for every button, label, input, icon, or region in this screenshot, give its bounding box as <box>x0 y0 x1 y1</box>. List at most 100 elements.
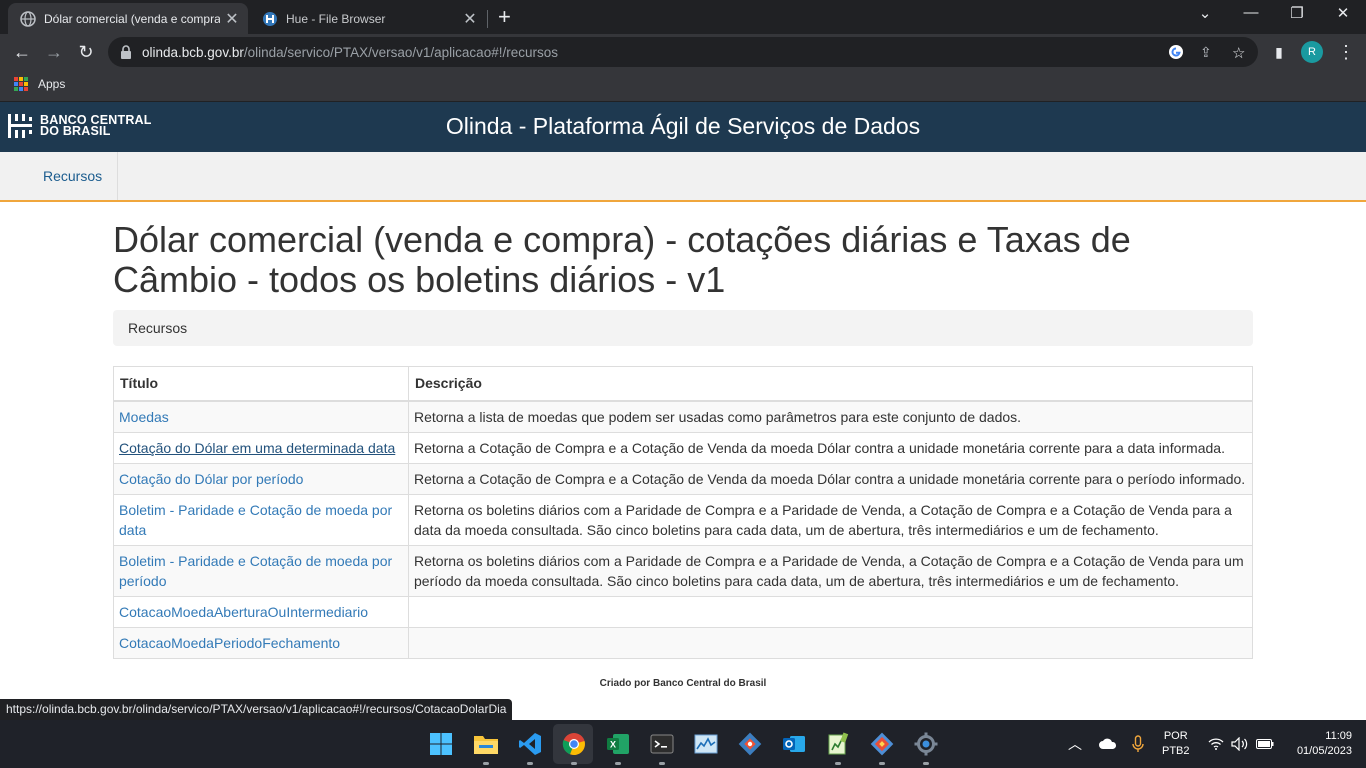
resource-description: Retorna a Cotação de Compra e a Cotação … <box>408 463 1253 495</box>
onedrive-icon[interactable] <box>1098 720 1118 768</box>
input-language-indicator[interactable]: POR PTB2 <box>1162 720 1190 768</box>
tab-title: Hue - File Browser <box>286 11 386 26</box>
terminal-icon[interactable] <box>648 730 676 765</box>
close-tab-icon[interactable]: ✕ <box>458 9 482 29</box>
settings-icon[interactable] <box>912 730 940 765</box>
status-bar-url: https://olinda.bcb.gov.br/olinda/servico… <box>0 699 513 720</box>
excel-icon[interactable]: X <box>604 730 632 765</box>
profile-avatar[interactable]: R <box>1301 41 1323 63</box>
resource-title-cell: Boletim - Paridade e Cotação de moeda po… <box>113 494 409 546</box>
resource-description: Retorna os boletins diários com a Parida… <box>408 545 1253 597</box>
show-hidden-icons-icon[interactable]: ︿ <box>1068 720 1082 768</box>
reload-icon[interactable]: ↻ <box>74 40 98 64</box>
table-row: Cotação do Dólar em uma determinada data… <box>113 432 1253 464</box>
bookmark-star-icon[interactable]: ☆ <box>1232 44 1248 62</box>
chrome-icon[interactable] <box>560 730 588 765</box>
resource-monitor-icon[interactable] <box>692 730 720 758</box>
restore-icon[interactable]: ❐ <box>1274 4 1320 28</box>
microphone-icon[interactable] <box>1132 720 1144 768</box>
nav-recursos[interactable]: Recursos <box>28 152 119 200</box>
resource-link-moedas[interactable]: Moedas <box>119 409 169 425</box>
share-icon[interactable]: ⇪ <box>1200 44 1216 60</box>
site-title: Olinda - Plataforma Ágil de Serviços de … <box>445 113 921 139</box>
url-text: olinda.bcb.gov.br/olinda/servico/PTAX/ve… <box>142 45 558 60</box>
table-row: Boletim - Paridade e Cotação de moeda po… <box>113 545 1253 597</box>
site-header: BANCO CENTRAL DO BRASIL Olinda - Platafo… <box>0 102 1366 152</box>
windows-start-icon[interactable] <box>427 730 455 758</box>
keyboard-layout: PTB2 <box>1162 745 1190 757</box>
git-icon[interactable] <box>736 730 764 758</box>
svg-text:X: X <box>610 740 616 750</box>
resource-link-boletim-data[interactable]: Boletim - Paridade e Cotação de moeda po… <box>119 502 392 538</box>
resource-title-cell: Moedas <box>113 400 409 433</box>
notepad-plus-icon[interactable] <box>824 730 852 765</box>
address-bar[interactable]: olinda.bcb.gov.br/olinda/servico/PTAX/ve… <box>108 37 1258 67</box>
close-tab-icon[interactable]: ✕ <box>220 9 244 29</box>
resource-link-cotacao-dolar-dia[interactable]: Cotação do Dólar em uma determinada data <box>119 440 395 456</box>
tab-separator <box>487 10 488 28</box>
bookmarks-bar: Apps <box>0 70 1366 102</box>
apps-bookmark[interactable]: Apps <box>14 77 65 91</box>
battery-icon[interactable] <box>1256 720 1274 768</box>
url-path: /olinda/servico/PTAX/versao/v1/aplicacao… <box>243 45 558 60</box>
table-row: Moedas Retorna a lista de moedas que pod… <box>113 400 1253 433</box>
clock-date: 01/05/2023 <box>1296 745 1352 757</box>
clock-time: 11:09 <box>1325 730 1352 742</box>
page-footer: Criado por Banco Central do Brasil <box>599 678 767 689</box>
volume-icon[interactable] <box>1231 720 1249 768</box>
tab-hue-file-browser[interactable]: Hue - File Browser ✕ <box>250 3 486 34</box>
resource-description: Retorna a lista de moedas que podem ser … <box>408 400 1253 433</box>
breadcrumb: Recursos <box>113 310 1253 346</box>
browser-toolbar: ← → ↻ olinda.bcb.gov.br/olinda/servico/P… <box>0 34 1366 70</box>
close-window-icon[interactable]: ✕ <box>1320 4 1366 28</box>
windows-taskbar: X ︿ POR PTB2 11:09 01/05/2023 <box>0 720 1366 768</box>
hue-icon <box>262 11 278 27</box>
new-tab-icon[interactable]: + <box>498 5 511 29</box>
resource-link-periodo-fechamento[interactable]: CotacaoMoedaPeriodoFechamento <box>119 635 340 651</box>
resource-link-cotacao-dolar-periodo[interactable]: Cotação do Dólar por período <box>119 471 303 487</box>
resource-description <box>408 627 1253 659</box>
header-descricao: Descrição <box>408 366 1253 402</box>
git-extensions-icon[interactable] <box>868 730 896 765</box>
back-icon[interactable]: ← <box>10 40 34 64</box>
table-header-row: Título Descrição <box>113 366 1253 402</box>
minimize-icon[interactable]: — <box>1228 4 1274 28</box>
tab-strip: Dólar comercial (venda e compra) - cotaç… <box>0 0 1366 34</box>
forward-icon[interactable]: → <box>42 40 66 64</box>
resource-title-cell: Cotação do Dólar por período <box>113 463 409 495</box>
table-row: CotacaoMoedaPeriodoFechamento <box>113 627 1253 659</box>
page-title: Dólar comercial (venda e compra) - cotaç… <box>113 219 1131 300</box>
resource-description: Retorna os boletins diários com a Parida… <box>408 494 1253 546</box>
side-panel-icon[interactable]: ▮ <box>1267 40 1291 64</box>
site-navbar: Recursos <box>0 152 1366 202</box>
resource-title-cell: CotacaoMoedaAberturaOuIntermediario <box>113 596 409 628</box>
language-code: POR <box>1163 730 1188 742</box>
resource-link-abertura-intermediario[interactable]: CotacaoMoedaAberturaOuIntermediario <box>119 604 368 620</box>
tab-title: Dólar comercial (venda e compra) - cotaç… <box>44 11 220 26</box>
apps-label: Apps <box>38 77 66 91</box>
outlook-icon[interactable] <box>780 730 808 758</box>
menu-icon[interactable]: ⋮ <box>1334 40 1358 64</box>
table-row: Cotação do Dólar por período Retorna a C… <box>113 463 1253 495</box>
apps-grid-icon <box>14 77 28 91</box>
resource-title-cell: Cotação do Dólar em uma determinada data <box>113 432 409 464</box>
wifi-icon[interactable] <box>1208 720 1224 768</box>
vscode-icon[interactable] <box>516 730 544 765</box>
resource-description: Retorna a Cotação de Compra e a Cotação … <box>408 432 1253 464</box>
main-content: Dólar comercial (venda e compra) - cotaç… <box>113 220 1253 659</box>
resource-description <box>408 596 1253 628</box>
globe-icon <box>20 10 36 27</box>
tab-dolar-comercial[interactable]: Dólar comercial (venda e compra) - cotaç… <box>8 3 248 34</box>
resource-link-boletim-periodo[interactable]: Boletim - Paridade e Cotação de moeda po… <box>119 553 392 589</box>
url-host: olinda.bcb.gov.br <box>142 45 244 60</box>
table-row: Boletim - Paridade e Cotação de moeda po… <box>113 494 1253 546</box>
tab-search-icon[interactable]: ⌄ <box>1182 4 1228 28</box>
resource-title-cell: CotacaoMoedaPeriodoFechamento <box>113 627 409 659</box>
lock-icon[interactable] <box>120 45 132 64</box>
clock[interactable]: 11:09 01/05/2023 <box>1286 720 1352 768</box>
resources-table: Título Descrição Moedas Retorna a lista … <box>113 366 1253 659</box>
google-lens-icon[interactable] <box>1168 44 1184 60</box>
table-row: CotacaoMoedaAberturaOuIntermediario <box>113 596 1253 628</box>
file-explorer-icon[interactable] <box>472 730 500 765</box>
resource-title-cell: Boletim - Paridade e Cotação de moeda po… <box>113 545 409 597</box>
